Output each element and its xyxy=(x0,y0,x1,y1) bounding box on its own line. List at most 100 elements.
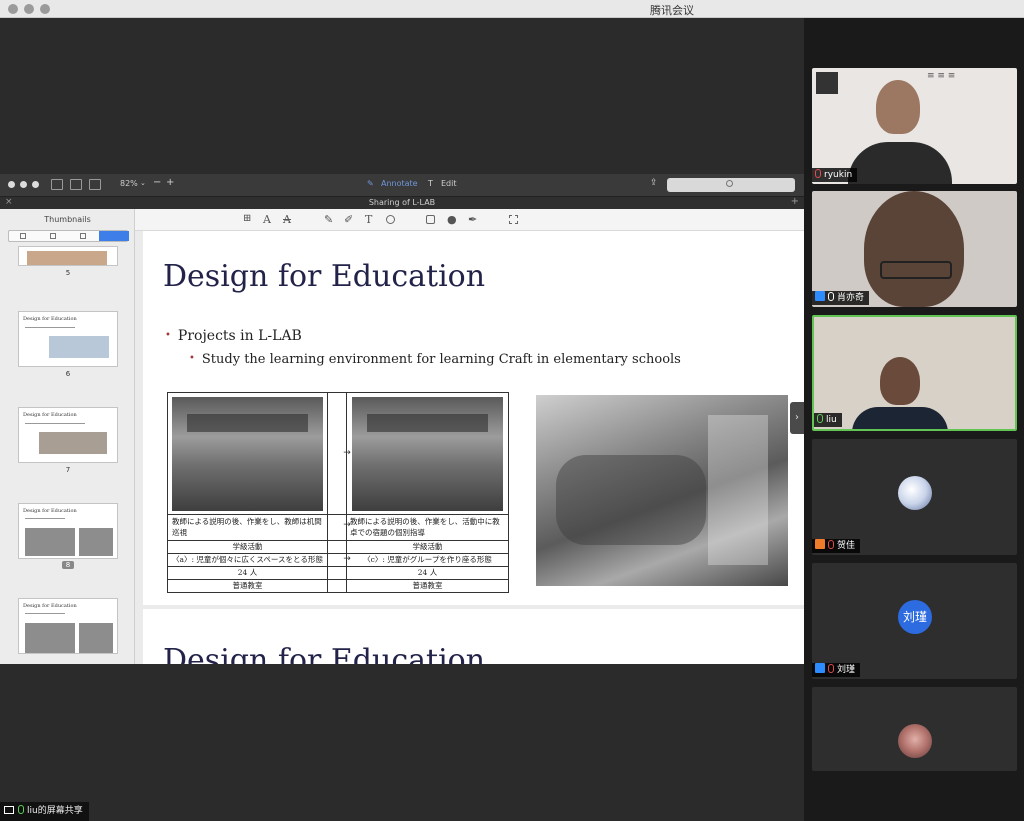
slide-sub-bullet: • Study the learning environment for lear… xyxy=(189,352,681,367)
bookmark-icon[interactable] xyxy=(20,233,26,239)
participant-video xyxy=(876,80,920,134)
thumbnail-image xyxy=(25,623,75,653)
table-cell: 普通教室 xyxy=(232,581,263,590)
app-close-button[interactable] xyxy=(8,181,15,188)
participant-tile-xiao[interactable]: 肖亦奇 xyxy=(812,191,1017,307)
note-icon[interactable] xyxy=(426,215,435,224)
selection-icon[interactable] xyxy=(509,215,518,224)
participant-tile-ryukin[interactable]: ≡ ≡ ≡ ryukin xyxy=(812,68,1017,184)
participant-tile-unnamed[interactable] xyxy=(812,687,1017,771)
participant-name-label: 肖亦奇 xyxy=(812,291,870,305)
participant-tile-hejia[interactable]: 贺佳 xyxy=(812,439,1017,555)
slide-title: Design for Education xyxy=(163,259,486,294)
avatar: 刘瑾 xyxy=(898,600,932,634)
window-title: 腾讯会议 xyxy=(650,4,694,17)
avatar xyxy=(898,724,932,758)
table-cell: 普通教室 xyxy=(412,581,443,590)
markup-toolbar: ⊞ A A ✎ ✐ T ● ✒ xyxy=(135,209,804,231)
thumbnail-page-number: 7 xyxy=(65,466,71,474)
participant-tile-liujin[interactable]: 刘瑾 刘瑾 xyxy=(812,563,1017,679)
draw-icon[interactable]: ✐ xyxy=(344,213,353,226)
highlight-icon[interactable] xyxy=(80,233,86,239)
zoom-level[interactable]: 82% xyxy=(120,179,138,188)
participant-video xyxy=(864,191,964,307)
participant-tile-liu[interactable]: liu xyxy=(812,315,1017,431)
signature-person-icon[interactable]: ● xyxy=(447,213,457,226)
view-single-icon[interactable] xyxy=(70,179,82,190)
strikethrough-icon[interactable]: A xyxy=(283,213,291,226)
edit-button[interactable]: Edit xyxy=(441,179,457,188)
text-style-icon[interactable]: ⊞ xyxy=(243,213,251,224)
classroom-comparison-table: → 教師による説明の後、作業をし、教師は机間巡視 → 教師による説明の後、作業を… xyxy=(167,392,509,593)
bullet-dot-icon: • xyxy=(165,330,171,341)
thumbnail-page-7[interactable]: Design for Education xyxy=(18,407,118,463)
qr-code-icon xyxy=(816,72,838,94)
participant-video xyxy=(852,407,948,429)
sketch-icon[interactable]: ✎ xyxy=(324,213,333,226)
app-zoom-button[interactable] xyxy=(32,181,39,188)
next-page-arrow-icon[interactable]: › xyxy=(790,402,804,434)
table-cell: 24 人 xyxy=(237,568,258,577)
search-input[interactable] xyxy=(667,178,795,192)
zoom-dropdown-icon[interactable]: ⌄ xyxy=(140,179,146,187)
share-icon[interactable]: ⇪ xyxy=(650,178,658,188)
thumbnail-page-5[interactable] xyxy=(18,246,118,266)
slide-bullet: • Projects in L-LAB xyxy=(165,328,302,344)
edit-text-icon[interactable]: T xyxy=(428,179,433,188)
preview-app-window: 82% ⌄ − + ✎ Annotate T Edit ⇪ × Sharing … xyxy=(0,174,804,664)
thumbnail-image xyxy=(79,528,113,556)
person-icon xyxy=(815,539,825,549)
mic-muted-icon xyxy=(828,664,834,673)
app-toolbar: 82% ⌄ − + ✎ Annotate T Edit ⇪ xyxy=(0,174,804,196)
avatar xyxy=(898,476,932,510)
thumbnail-image xyxy=(27,251,107,265)
new-tab-icon[interactable]: + xyxy=(791,196,799,207)
participant-name-label: 刘瑾 xyxy=(812,663,861,677)
list-icon[interactable] xyxy=(50,233,56,239)
bullet-dot-icon: • xyxy=(189,353,195,364)
annotate-pen-icon[interactable]: ✎ xyxy=(367,179,374,188)
arrow-icon: → xyxy=(343,448,351,458)
table-cell: 学級活動 xyxy=(412,542,443,551)
view-grid-icon[interactable] xyxy=(89,179,101,190)
thumbnail-page-number: 6 xyxy=(65,370,71,378)
app-minimize-button[interactable] xyxy=(20,181,27,188)
thumbnail-page-9[interactable]: Design for Education xyxy=(18,598,118,654)
participant-video xyxy=(880,357,920,405)
table-cell: 教師による説明の後、作業をし、活動中に教卓での宿題の個別指導 xyxy=(350,517,500,537)
document-view[interactable]: Design for Education • Projects in L-LAB … xyxy=(135,231,804,664)
screen-share-status[interactable]: liu的屏幕共享 xyxy=(0,802,89,821)
classroom-photo-right xyxy=(352,397,503,511)
next-slide-page: Design for Education xyxy=(143,609,804,664)
mic-muted-icon xyxy=(815,169,821,178)
table-cell: 〈a〉: 児童が個々に広くスペースをとる形態 xyxy=(172,555,323,564)
workshop-photo xyxy=(536,395,788,586)
thumbnail-image xyxy=(39,432,107,454)
thumbnail-page-number: 5 xyxy=(65,269,71,277)
window-titlebar: 腾讯会议 xyxy=(0,0,1024,18)
thumbnail-page-8[interactable]: Design for Education xyxy=(18,503,118,559)
pen-tip-icon[interactable]: ✒ xyxy=(468,213,477,226)
mic-icon xyxy=(828,292,834,301)
thumbnail-page-number-selected: 8 xyxy=(62,561,74,569)
slide-page: Design for Education • Projects in L-LAB … xyxy=(143,231,804,605)
glasses-icon xyxy=(880,261,952,279)
thumbnail-image xyxy=(25,528,75,556)
annotate-button[interactable]: Annotate xyxy=(381,179,418,188)
zoom-in-button[interactable]: + xyxy=(166,177,174,188)
thumbnails-mode-button[interactable] xyxy=(99,231,129,241)
design-futures-logo-icon: ≡ ≡ ≡ xyxy=(927,71,956,81)
sidebar-title: Thumbnails xyxy=(44,215,91,224)
shapes-icon[interactable] xyxy=(386,215,395,224)
text-box-icon[interactable]: T xyxy=(365,213,372,226)
next-slide-title: Design for Education xyxy=(163,643,486,664)
sidebar-toggle-icon[interactable] xyxy=(51,179,63,190)
zoom-out-button[interactable]: − xyxy=(153,177,161,188)
table-cell: 〈c〉: 児童がグループを作り座る形態 xyxy=(363,555,492,564)
screen-share-icon xyxy=(4,806,14,814)
thumbnail-page-6[interactable]: Design for Education xyxy=(18,311,118,367)
search-icon xyxy=(726,180,733,187)
font-icon[interactable]: A xyxy=(263,213,271,226)
thumbnail-sidebar: Thumbnails 5 Design for Education 6 Desi… xyxy=(0,209,135,664)
classroom-photo-left xyxy=(172,397,323,511)
